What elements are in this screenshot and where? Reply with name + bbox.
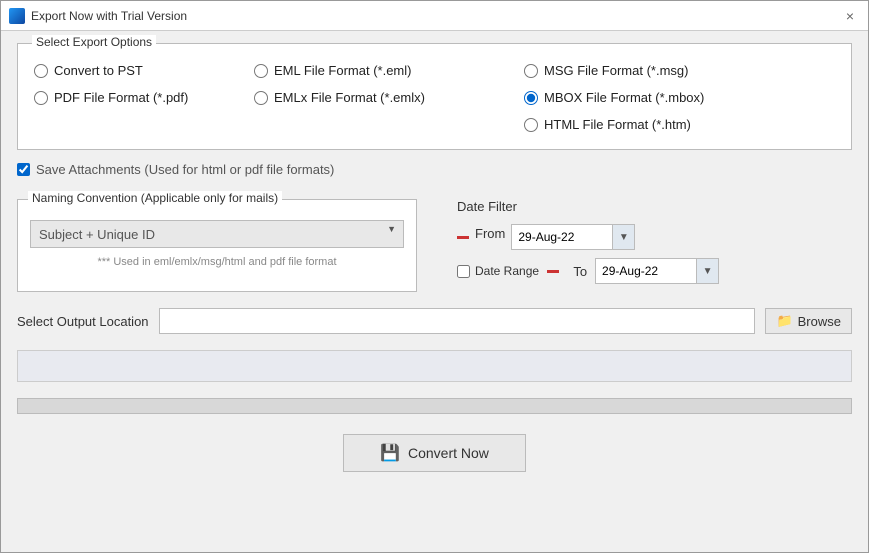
option-mbox[interactable]: MBOX File Format (*.mbox) — [524, 87, 794, 108]
close-button[interactable]: × — [840, 6, 860, 26]
save-attachments-row: Save Attachments (Used for html or pdf f… — [17, 162, 852, 177]
convert-now-button[interactable]: 💾 Convert Now — [343, 434, 526, 472]
naming-select-wrapper[interactable]: Subject + Unique ID Subject Only Unique … — [30, 210, 404, 248]
progress-bar-area — [17, 398, 852, 414]
naming-convention-title: Naming Convention (Applicable only for m… — [28, 191, 282, 205]
convert-label: Convert Now — [408, 445, 489, 461]
app-icon — [9, 8, 25, 24]
label-msg[interactable]: MSG File Format (*.msg) — [544, 63, 688, 78]
radio-pdf[interactable] — [34, 91, 48, 105]
from-red-dash — [457, 236, 469, 239]
option-eml[interactable]: EML File Format (*.eml) — [254, 60, 524, 81]
option-emlx[interactable]: EMLx File Format (*.emlx) — [254, 87, 524, 108]
save-attachments-label[interactable]: Save Attachments (Used for html or pdf f… — [36, 162, 334, 177]
option-html[interactable]: HTML File Format (*.htm) — [524, 114, 794, 135]
from-label: From — [475, 226, 505, 241]
main-window: Export Now with Trial Version × Select E… — [0, 0, 869, 553]
radio-pst[interactable] — [34, 64, 48, 78]
date-filter-from-row: From ▼ — [457, 224, 852, 250]
date-range-label[interactable]: Date Range — [475, 264, 539, 278]
from-date-dropdown-btn[interactable]: ▼ — [612, 225, 634, 249]
window-title: Export Now with Trial Version — [31, 9, 187, 23]
label-pst[interactable]: Convert to PST — [54, 63, 143, 78]
to-date-dropdown-btn[interactable]: ▼ — [696, 259, 718, 283]
output-location-label: Select Output Location — [17, 314, 149, 329]
convert-icon: 💾 — [380, 443, 400, 463]
naming-convention-note: *** Used in eml/emlx/msg/html and pdf fi… — [30, 256, 404, 268]
radio-eml[interactable] — [254, 64, 268, 78]
from-date-wrapper: ▼ — [511, 224, 635, 250]
to-date-wrapper: ▼ — [595, 258, 719, 284]
label-mbox[interactable]: MBOX File Format (*.mbox) — [544, 90, 704, 105]
label-html[interactable]: HTML File Format (*.htm) — [544, 117, 691, 132]
date-range-wrapper: Date Range To ▼ — [457, 258, 852, 284]
convert-btn-row: 💾 Convert Now — [17, 426, 852, 476]
folder-icon: 📁 — [776, 313, 792, 329]
naming-convention-box: Naming Convention (Applicable only for m… — [17, 199, 417, 292]
to-date-input[interactable] — [596, 259, 696, 283]
browse-button[interactable]: 📁 Browse — [765, 308, 852, 334]
main-content: Select Export Options Convert to PST EML… — [1, 31, 868, 552]
option-pdf[interactable]: PDF File Format (*.pdf) — [34, 87, 254, 108]
progress-area — [17, 350, 852, 382]
browse-label: Browse — [798, 314, 841, 329]
radio-msg[interactable] — [524, 64, 538, 78]
middle-section: Naming Convention (Applicable only for m… — [17, 199, 852, 292]
to-label: To — [567, 264, 587, 279]
date-filter-section: Date Filter From ▼ Date Range — [447, 199, 852, 292]
label-eml[interactable]: EML File Format (*.eml) — [274, 63, 411, 78]
title-bar: Export Now with Trial Version × — [1, 1, 868, 31]
label-emlx[interactable]: EMLx File Format (*.emlx) — [274, 90, 425, 105]
date-range-checkbox[interactable] — [457, 265, 470, 278]
naming-convention-select[interactable]: Subject + Unique ID Subject Only Unique … — [30, 220, 404, 248]
export-options-grid: Convert to PST EML File Format (*.eml) M… — [34, 60, 835, 135]
output-location-row: Select Output Location 📁 Browse — [17, 304, 852, 338]
output-location-input[interactable] — [159, 308, 756, 334]
title-bar-left: Export Now with Trial Version — [9, 8, 187, 24]
radio-mbox[interactable] — [524, 91, 538, 105]
date-range-check[interactable]: Date Range — [457, 264, 539, 278]
option-pst[interactable]: Convert to PST — [34, 60, 254, 81]
label-pdf[interactable]: PDF File Format (*.pdf) — [54, 90, 188, 105]
save-attachments-checkbox[interactable] — [17, 163, 30, 176]
date-filter-title: Date Filter — [457, 199, 852, 214]
radio-emlx[interactable] — [254, 91, 268, 105]
radio-html[interactable] — [524, 118, 538, 132]
to-red-dash — [547, 270, 559, 273]
option-msg[interactable]: MSG File Format (*.msg) — [524, 60, 794, 81]
export-options-group: Select Export Options Convert to PST EML… — [17, 43, 852, 150]
export-options-title: Select Export Options — [32, 35, 156, 49]
from-date-input[interactable] — [512, 225, 612, 249]
